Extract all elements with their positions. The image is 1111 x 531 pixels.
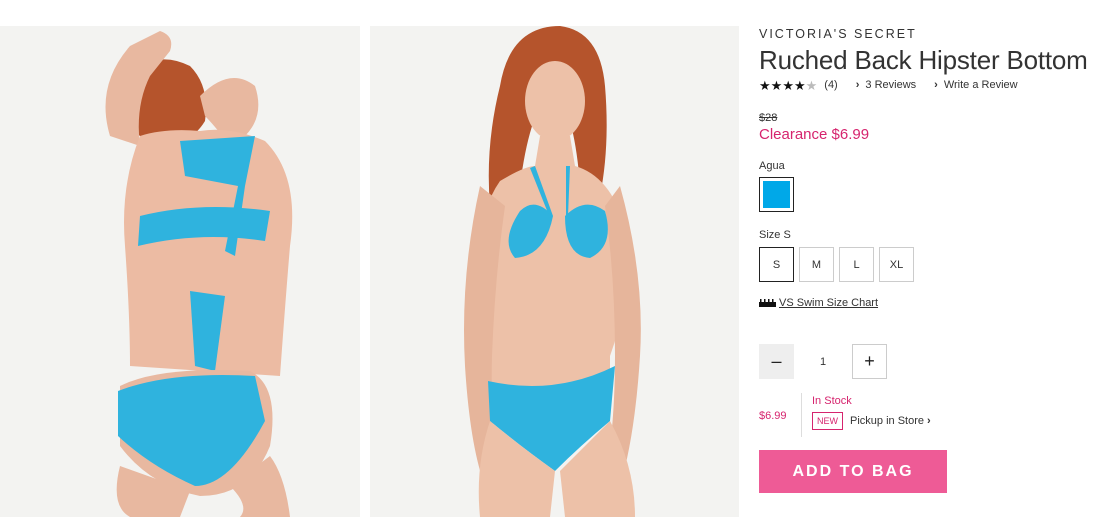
size-chart-row[interactable]: VS Swim Size Chart xyxy=(759,297,1104,309)
size-option-xl[interactable]: XL xyxy=(879,247,914,282)
product-photo-back[interactable] xyxy=(0,26,360,517)
size-chart-link[interactable]: VS Swim Size Chart xyxy=(779,297,878,309)
product-title: Ruched Back Hipster Bottom xyxy=(759,45,1088,75)
quantity-increase-button[interactable]: + xyxy=(852,344,887,379)
add-to-bag-button[interactable]: ADD TO BAG xyxy=(759,450,947,493)
chevron-right-icon: › xyxy=(934,79,938,91)
model-front-illustration xyxy=(370,26,739,517)
original-price: $28 xyxy=(759,112,778,124)
write-review-link[interactable]: Write a Review xyxy=(944,79,1018,91)
product-photo-front[interactable] xyxy=(370,26,739,517)
product-info-panel: VICTORIA'S SECRET Ruched Back Hipster Bo… xyxy=(759,26,1104,493)
size-label: Size S xyxy=(759,229,791,241)
brand-name: VICTORIA'S SECRET xyxy=(759,27,917,41)
chevron-right-icon: › xyxy=(926,415,931,427)
new-badge: NEW xyxy=(812,412,843,430)
pickup-in-store-row[interactable]: NEW Pickup in Store › xyxy=(812,412,931,430)
color-swatch-fill xyxy=(763,181,790,208)
availability-details: In Stock NEW Pickup in Store › xyxy=(812,393,931,430)
color-label: Agua xyxy=(759,160,785,172)
sale-price: Clearance $6.99 xyxy=(759,126,870,143)
chevron-right-icon: › xyxy=(855,79,860,91)
stock-status: In Stock xyxy=(812,395,852,407)
size-option-s[interactable]: S xyxy=(759,247,794,282)
rating-count: (4) xyxy=(824,79,838,91)
quantity-stepper: – 1 + xyxy=(759,344,1104,379)
star-filled-icon: ★ xyxy=(793,77,806,93)
pickup-in-store-link[interactable]: Pickup in Store xyxy=(850,415,924,427)
star-rating[interactable]: ★ ★ ★ ★ ★ xyxy=(759,79,817,92)
star-filled-icon: ★ xyxy=(782,77,794,93)
availability-row: $6.99 In Stock NEW Pickup in Store › xyxy=(759,393,1104,437)
quantity-decrease-button[interactable]: – xyxy=(759,344,794,379)
size-selector: S M L XL xyxy=(759,247,1104,282)
size-option-m[interactable]: M xyxy=(799,247,834,282)
quantity-value[interactable]: 1 xyxy=(794,356,852,368)
color-swatch-agua[interactable] xyxy=(759,177,794,212)
star-empty-icon: ★ xyxy=(805,77,818,93)
ruler-icon xyxy=(759,299,776,307)
star-filled-icon: ★ xyxy=(759,77,771,93)
line-price: $6.99 xyxy=(759,410,787,422)
divider xyxy=(801,393,802,437)
star-filled-icon: ★ xyxy=(770,77,783,93)
size-option-l[interactable]: L xyxy=(839,247,874,282)
model-back-illustration xyxy=(0,26,360,517)
rating-row: ★ ★ ★ ★ ★ (4) › 3 Reviews › Write a Revi… xyxy=(759,77,1104,93)
reviews-link[interactable]: 3 Reviews xyxy=(865,79,916,91)
